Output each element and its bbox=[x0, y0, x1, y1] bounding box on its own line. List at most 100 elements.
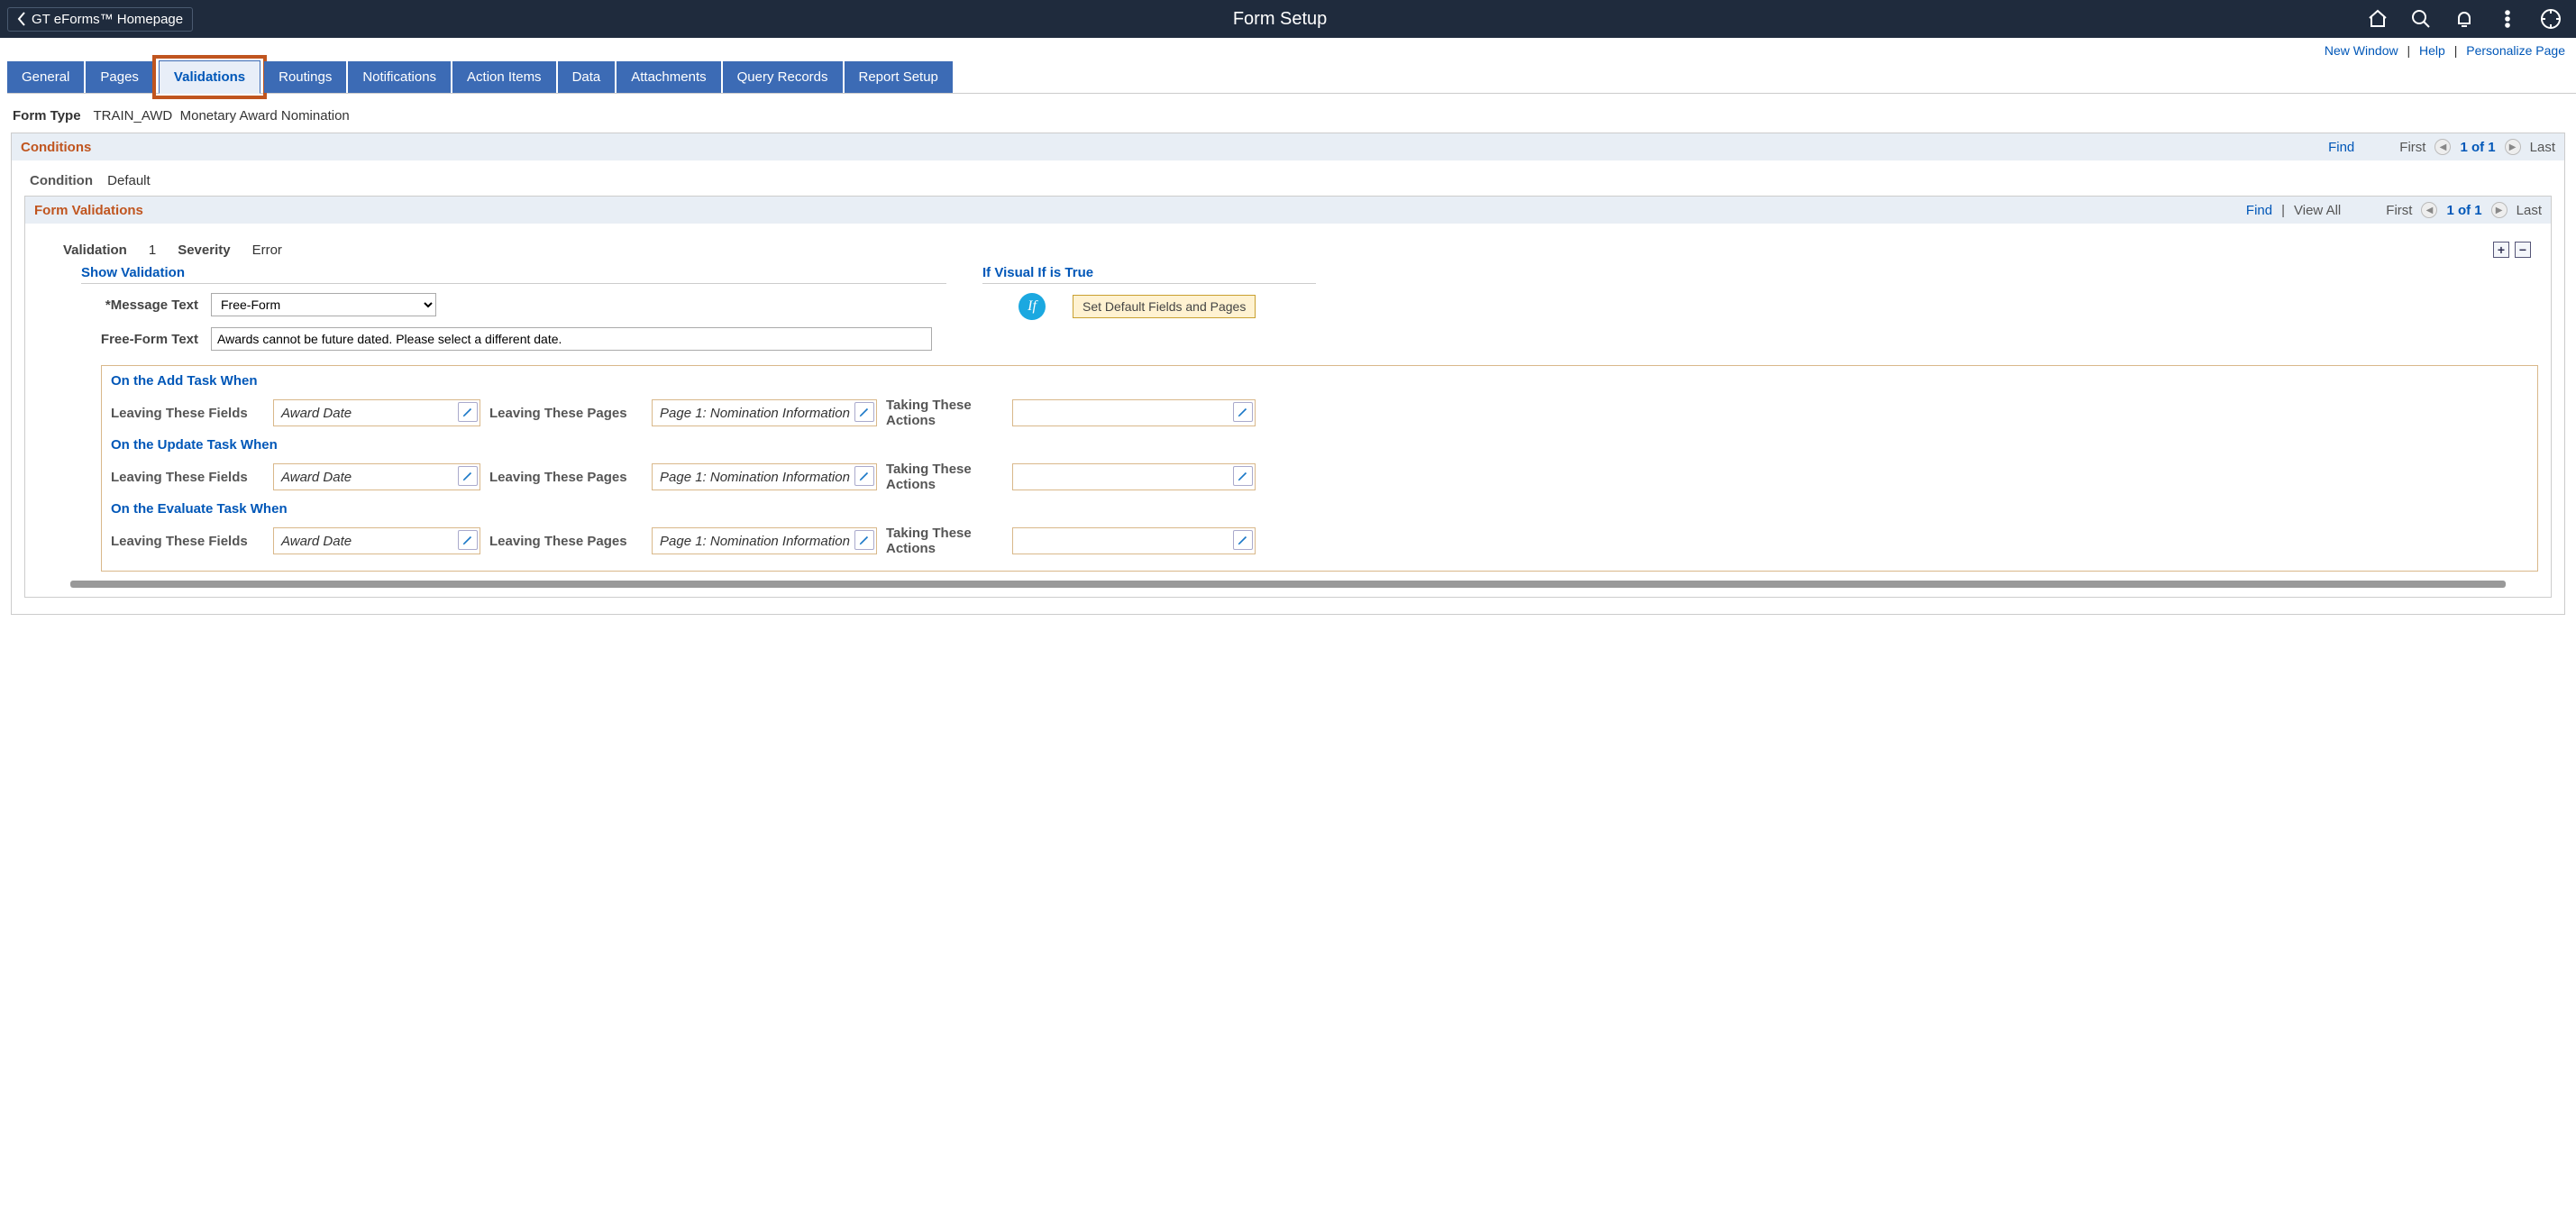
show-validation-label: Show Validation bbox=[81, 265, 946, 284]
add-task-box: On the Add Task When Leaving These Field… bbox=[101, 365, 2538, 572]
form-validations-body: Validation 1 Severity Error + − Show Val… bbox=[25, 224, 2551, 597]
fv-nofn: 1 of 1 bbox=[2446, 203, 2481, 218]
add-taking-actions-cell[interactable] bbox=[1012, 399, 1256, 426]
pencil-icon[interactable] bbox=[854, 466, 874, 486]
conditions-first: First bbox=[2399, 140, 2425, 155]
pencil-icon[interactable] bbox=[458, 466, 478, 486]
horizontal-scrollbar[interactable] bbox=[70, 581, 2506, 588]
pencil-icon[interactable] bbox=[854, 530, 874, 550]
home-icon[interactable] bbox=[2367, 8, 2389, 30]
fv-prev-icon[interactable]: ◀ bbox=[2421, 202, 2437, 218]
eval-leaving-pages-cell[interactable]: Page 1: Nomination Information bbox=[652, 527, 877, 554]
upd-leaving-fields-label: Leaving These Fields bbox=[111, 470, 264, 485]
upd-leaving-pages-cell[interactable]: Page 1: Nomination Information bbox=[652, 463, 877, 490]
back-label: GT eForms™ Homepage bbox=[32, 12, 183, 27]
pencil-icon[interactable] bbox=[854, 402, 874, 422]
upd-leaving-fields-cell[interactable]: Award Date bbox=[273, 463, 480, 490]
eval-taking-actions-label: Taking These Actions bbox=[886, 526, 1003, 556]
upd-leaving-fields-value: Award Date bbox=[281, 470, 352, 485]
fv-find[interactable]: Find bbox=[2246, 203, 2272, 218]
personalize-link[interactable]: Personalize Page bbox=[2466, 43, 2565, 58]
eval-leaving-pages-label: Leaving These Pages bbox=[489, 534, 643, 549]
tab-pages[interactable]: Pages bbox=[86, 61, 155, 93]
pencil-icon[interactable] bbox=[458, 402, 478, 422]
conditions-next-icon[interactable]: ▶ bbox=[2505, 139, 2521, 155]
form-type-label: Form Type bbox=[13, 108, 81, 124]
set-default-fields-button[interactable]: Set Default Fields and Pages bbox=[1073, 295, 1256, 318]
add-taking-actions-label: Taking These Actions bbox=[886, 398, 1003, 428]
back-button[interactable]: GT eForms™ Homepage bbox=[7, 7, 193, 32]
message-text-select[interactable]: Free-Form bbox=[211, 293, 436, 316]
form-type-desc: Monetary Award Nomination bbox=[180, 108, 350, 124]
if-column: If Set Default Fields and Pages bbox=[982, 293, 1316, 320]
eval-leaving-fields-label: Leaving These Fields bbox=[111, 534, 264, 549]
chevron-left-icon bbox=[17, 12, 26, 26]
help-link[interactable]: Help bbox=[2419, 43, 2445, 58]
condition-row: Condition Default bbox=[24, 169, 2552, 196]
eval-leaving-fields-value: Award Date bbox=[281, 534, 352, 549]
upd-taking-actions-cell[interactable] bbox=[1012, 463, 1256, 490]
form-validations-group: Form Validations Find | View All First ◀… bbox=[24, 196, 2552, 598]
search-icon[interactable] bbox=[2410, 8, 2432, 30]
form-validations-title: Form Validations bbox=[34, 203, 143, 218]
tabs: General Pages Validations Routings Notif… bbox=[7, 61, 2576, 94]
severity-label: Severity bbox=[178, 242, 230, 258]
tab-report-setup[interactable]: Report Setup bbox=[845, 61, 955, 93]
menu-dots-icon[interactable] bbox=[2497, 8, 2518, 30]
toplinks: New Window | Help | Personalize Page bbox=[0, 38, 2576, 61]
conditions-find[interactable]: Find bbox=[2328, 140, 2354, 155]
delete-row-button[interactable]: − bbox=[2515, 242, 2531, 258]
bell-icon[interactable] bbox=[2453, 8, 2475, 30]
validation-row: Validation 1 Severity Error + − bbox=[38, 233, 2538, 261]
form-validations-nav: Find | View All First ◀ 1 of 1 ▶ Last bbox=[2246, 202, 2542, 218]
add-leaving-pages-value: Page 1: Nomination Information bbox=[660, 406, 850, 421]
tab-action-items[interactable]: Action Items bbox=[452, 61, 558, 93]
evaluate-task-row: Leaving These Fields Award Date Leaving … bbox=[111, 522, 2528, 565]
evaluate-task-title: On the Evaluate Task When bbox=[111, 501, 2528, 522]
if-icon[interactable]: If bbox=[1019, 293, 1046, 320]
page-title: Form Setup bbox=[193, 9, 2367, 30]
conditions-body: Condition Default Form Validations Find … bbox=[12, 160, 2564, 614]
update-task-title: On the Update Task When bbox=[111, 437, 2528, 458]
tab-validations[interactable]: Validations bbox=[159, 60, 260, 94]
pencil-icon[interactable] bbox=[458, 530, 478, 550]
condition-value: Default bbox=[107, 173, 151, 188]
upd-leaving-pages-value: Page 1: Nomination Information bbox=[660, 470, 850, 485]
severity-value: Error bbox=[252, 242, 282, 258]
tab-query-records[interactable]: Query Records bbox=[723, 61, 845, 93]
tab-notifications[interactable]: Notifications bbox=[348, 61, 452, 93]
conditions-prev-icon[interactable]: ◀ bbox=[2434, 139, 2451, 155]
add-task-row: Leaving These Fields Award Date Leaving … bbox=[111, 394, 2528, 437]
tab-routings[interactable]: Routings bbox=[264, 61, 348, 93]
add-row-button[interactable]: + bbox=[2493, 242, 2509, 258]
tab-data[interactable]: Data bbox=[558, 61, 617, 93]
add-leaving-pages-cell[interactable]: Page 1: Nomination Information bbox=[652, 399, 877, 426]
pencil-icon[interactable] bbox=[1233, 402, 1253, 422]
add-leaving-fields-value: Award Date bbox=[281, 406, 352, 421]
show-validation-left: Show Validation *Message Text Free-Form … bbox=[81, 265, 946, 352]
add-leaving-pages-label: Leaving These Pages bbox=[489, 406, 643, 421]
fv-first: First bbox=[2386, 203, 2412, 218]
freeform-row: Free-Form Text bbox=[81, 324, 946, 352]
add-leaving-fields-cell[interactable]: Award Date bbox=[273, 399, 480, 426]
eval-taking-actions-cell[interactable] bbox=[1012, 527, 1256, 554]
fv-viewall[interactable]: View All bbox=[2294, 203, 2341, 218]
eval-leaving-fields-cell[interactable]: Award Date bbox=[273, 527, 480, 554]
top-icons bbox=[2367, 8, 2569, 30]
page-body: Form Type TRAIN_AWD Monetary Award Nomin… bbox=[0, 94, 2576, 640]
compass-icon[interactable] bbox=[2540, 8, 2562, 30]
tab-attachments[interactable]: Attachments bbox=[617, 61, 722, 93]
fv-last: Last bbox=[2517, 203, 2542, 218]
update-task-row: Leaving These Fields Award Date Leaving … bbox=[111, 458, 2528, 501]
tab-general[interactable]: General bbox=[7, 61, 86, 93]
pencil-icon[interactable] bbox=[1233, 466, 1253, 486]
conditions-group: Conditions Find First ◀ 1 of 1 ▶ Last Co… bbox=[11, 133, 2565, 615]
tab-validations-highlight: Validations bbox=[155, 58, 264, 96]
pencil-icon[interactable] bbox=[1233, 530, 1253, 550]
new-window-link[interactable]: New Window bbox=[2325, 43, 2398, 58]
freeform-input[interactable] bbox=[211, 327, 932, 351]
fv-next-icon[interactable]: ▶ bbox=[2491, 202, 2507, 218]
topbar: GT eForms™ Homepage Form Setup bbox=[0, 0, 2576, 38]
show-validation-right: If Visual If is True If Set Default Fiel… bbox=[982, 265, 1316, 320]
freeform-label: Free-Form Text bbox=[90, 332, 198, 347]
